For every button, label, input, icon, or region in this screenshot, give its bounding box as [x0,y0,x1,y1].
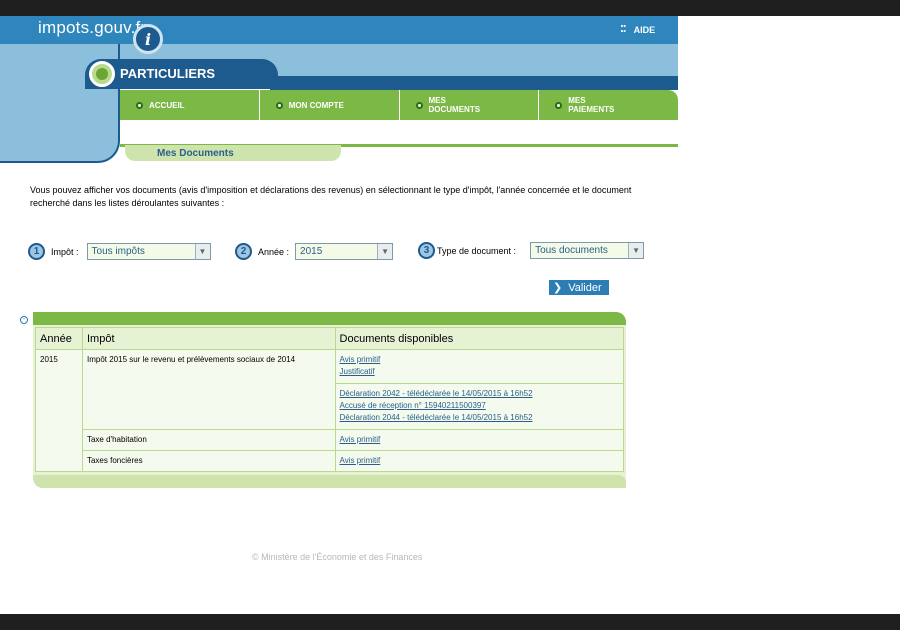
table-header-row: Année Impôt Documents disponibles [35,327,625,350]
nav-item-mon-compte[interactable]: MON COMPTE [260,90,400,120]
filter-annee: 2 Année : 2015 ▼ [235,243,394,260]
particuliers-badge-icon [89,61,115,87]
cell-docs: Avis primitif [334,450,625,472]
collapse-icon[interactable]: - [20,316,28,324]
filter-label: Type de document : [437,245,517,256]
nav-item-accueil[interactable]: ACCUEIL [120,90,260,120]
top-black-bar [0,0,900,16]
doc-link-justificatif[interactable]: Justificatif [340,366,619,378]
col-header-annee: Année [35,327,83,350]
filter-type: 3 Type de document : Tous documents ▼ [418,242,645,259]
footer-copyright: © Ministère de l'Économie et des Finance… [252,552,423,562]
doc-link-declaration-2044[interactable]: Déclaration 2044 - télédéclarée le 14/05… [340,412,619,424]
chevron-down-icon[interactable]: ▼ [628,243,644,258]
cell-docs: Avis primitif Justificatif [334,349,625,384]
doc-link-accuse-reception[interactable]: Accusé de réception n° 15940211500397 [340,400,619,412]
documents-panel: Année Impôt Documents disponibles 2015 I… [33,312,626,488]
annee-select[interactable]: 2015 ▼ [295,243,394,260]
table-row: Taxes foncières Avis primitif [36,450,625,472]
header-dark-band [270,76,678,90]
bullet-icon [555,101,563,109]
cell-impot: Taxes foncières [81,450,336,472]
intro-text: Vous pouvez afficher vos documents (avis… [30,185,632,208]
nav-label: ACCUEIL [149,100,185,110]
select-value: Tous impôts [91,246,145,257]
step-number: 2 [235,243,252,260]
nav-label: MON COMPTE [288,100,344,110]
bullet-icon [136,101,143,109]
chevron-right-icon: ❯ [553,282,563,294]
documents-table: Année Impôt Documents disponibles 2015 I… [35,327,625,472]
header-top-strip [120,16,678,44]
main-nav: ACCUEIL MON COMPTE MES DOCUMENTS MES PAI… [120,90,678,120]
doc-link-avis-primitif[interactable]: Avis primitif [340,455,619,467]
site-logo-text[interactable]: impots.gouv.fr [38,18,146,38]
site-logo-icon[interactable]: i [133,24,163,54]
step-number: 1 [28,243,45,260]
cell-impot: Impôt 2015 sur le revenu et prélèvements… [81,349,336,430]
step-number: 3 [418,242,435,259]
panel-footer-bar [33,475,626,488]
filter-impot: 1 Impôt : Tous impôts ▼ [28,243,211,260]
doc-link-declaration-2042[interactable]: Déclaration 2042 - télédéclarée le 14/05… [340,388,619,400]
doc-link-avis-primitif[interactable]: Avis primitif [340,354,619,366]
col-header-impot: Impôt [81,327,336,350]
doc-link-avis-primitif[interactable]: Avis primitif [340,434,619,446]
valider-button[interactable]: ❯ Valider [549,280,609,295]
select-value: Tous documents [535,245,608,256]
filter-label: Impôt : [51,246,79,257]
bottom-black-bar [0,614,900,630]
help-label: AIDE [633,24,656,35]
bullet-icon [415,101,423,109]
table-row: 2015 Impôt 2015 sur le revenu et prélève… [35,349,625,472]
subtab-label: Mes Documents [157,148,234,159]
chevron-down-icon[interactable]: ▼ [377,244,393,259]
type-select[interactable]: Tous documents ▼ [530,242,645,259]
bullet-icon [275,101,283,109]
cell-annee: 2015 [35,349,83,472]
grid-dots-icon: ⁚⁚ [620,24,627,35]
chevron-down-icon[interactable]: ▼ [194,244,210,259]
cell-impot: Taxe d'habitation [81,429,336,451]
nav-item-mes-documents[interactable]: MES DOCUMENTS [400,90,540,120]
nav-label: MES PAIEMENTS [568,96,615,114]
cell-docs: Avis primitif [334,429,625,451]
cell-docs: Déclaration 2042 - télédéclarée le 14/05… [334,383,625,430]
particuliers-label: PARTICULIERS [120,66,216,81]
filter-label: Année : [258,246,290,257]
help-link[interactable]: ⁚⁚ AIDE [620,24,655,35]
col-header-documents: Documents disponibles [334,327,625,350]
valider-label: Valider [568,281,602,294]
panel-header-bar [33,312,626,325]
nav-item-mes-paiements[interactable]: MES PAIEMENTS [539,90,678,120]
nav-label: MES DOCUMENTS [428,96,481,114]
table-row: Taxe d'habitation Avis primitif [36,429,625,451]
impot-select[interactable]: Tous impôts ▼ [86,243,211,260]
select-value: 2015 [300,246,323,257]
